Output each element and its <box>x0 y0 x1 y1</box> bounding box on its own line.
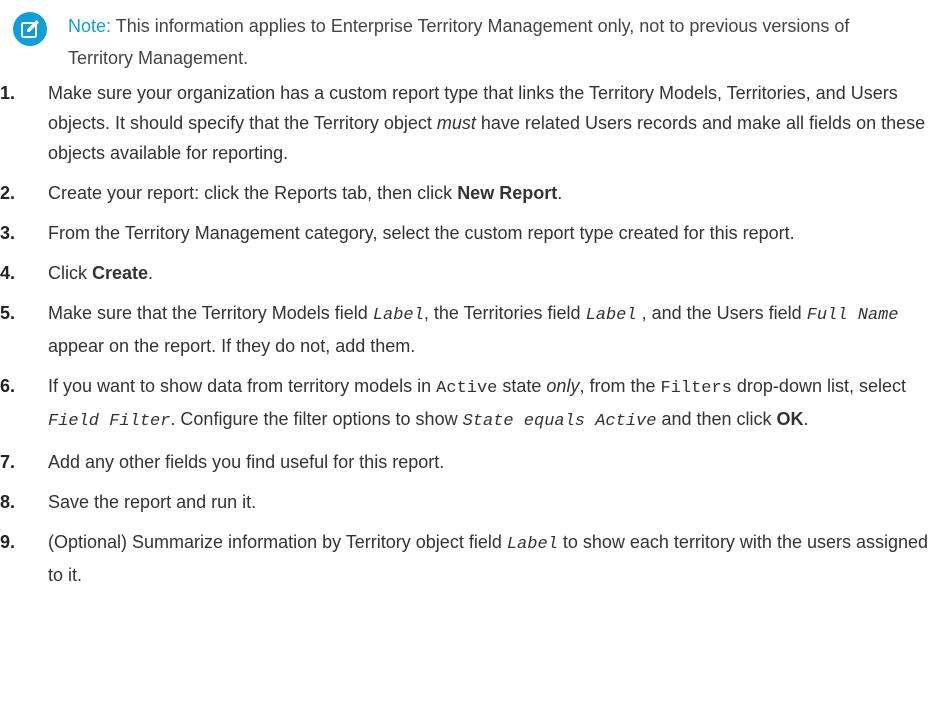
step-text: Click <box>48 263 92 283</box>
step-text: . <box>557 183 563 203</box>
step-text: Add any other fields you find useful for… <box>48 452 445 472</box>
step-item: 9. (Optional) Summarize information by T… <box>0 527 941 590</box>
step-number: 8. <box>0 492 16 512</box>
field-name-code: Label <box>585 306 637 325</box>
ui-code-filters: Filters <box>660 379 732 398</box>
step-item: 3. From the Territory Management categor… <box>0 218 941 248</box>
step-text: Save the report and run it. <box>48 492 257 512</box>
step-number: 1. <box>0 83 16 103</box>
step-text: . <box>148 263 154 283</box>
step-text: and then click <box>656 409 777 429</box>
step-number: 5. <box>0 303 16 323</box>
ui-label-new-report: New Report <box>457 183 558 203</box>
step-number: 4. <box>0 263 16 283</box>
note-callout: Note: This information applies to Enterp… <box>0 0 918 74</box>
emphasis-text: must <box>436 113 476 133</box>
step-number: 3. <box>0 223 16 243</box>
step-text: appear on the report. If they do not, ad… <box>48 336 416 356</box>
step-item: 2. Create your report: click the Reports… <box>0 178 941 208</box>
emphasis-text: only <box>546 376 580 396</box>
step-text: , from the <box>579 376 661 396</box>
step-item: 5. Make sure that the Territory Models f… <box>0 298 941 361</box>
ui-label-ok: OK <box>776 409 804 429</box>
field-name-code: Label <box>372 306 424 325</box>
step-item: 8. Save the report and run it. <box>0 487 941 517</box>
step-text: Create your report: click the Reports ta… <box>48 183 458 203</box>
note-text: This information applies to Enterprise T… <box>68 16 850 68</box>
note-label: Note: <box>68 16 112 36</box>
step-number: 2. <box>0 183 16 203</box>
document: Note: This information applies to Enterp… <box>0 0 951 702</box>
step-number: 7. <box>0 452 16 472</box>
step-text: , and the Users field <box>636 303 807 323</box>
step-text: . Configure the filter options to show <box>170 409 463 429</box>
option-code: Field Filter <box>48 412 171 431</box>
step-text: If you want to show data from territory … <box>48 376 437 396</box>
step-item: 1. Make sure your organization has a cus… <box>0 78 941 168</box>
step-number: 6. <box>0 376 16 396</box>
step-item: 7. Add any other fields you find useful … <box>0 447 941 477</box>
step-number: 9. <box>0 532 16 552</box>
field-name-code: Full Name <box>806 306 899 325</box>
step-text: . <box>803 409 809 429</box>
step-text: Make sure that the Territory Models fiel… <box>48 303 373 323</box>
step-text: , the Territories field <box>423 303 586 323</box>
step-item: 6. If you want to show data from territo… <box>0 371 941 437</box>
step-text: From the Territory Management category, … <box>48 223 795 243</box>
steps-list: 1. Make sure your organization has a cus… <box>0 78 951 600</box>
step-text: (Optional) Summarize information by Terr… <box>48 532 507 552</box>
field-name-code: Label <box>506 535 558 554</box>
step-item: 4. Click Create. <box>0 258 941 288</box>
value-code: Active <box>436 379 498 398</box>
ui-label-create: Create <box>92 263 149 283</box>
step-text: state <box>497 376 547 396</box>
edit-note-icon <box>13 12 47 46</box>
filter-expression-code: State equals Active <box>462 412 657 431</box>
step-text: drop-down list, select <box>731 376 906 396</box>
